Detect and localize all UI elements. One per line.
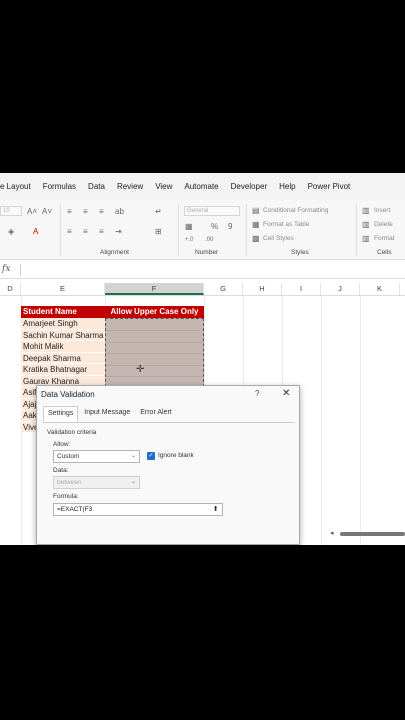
currency-icon[interactable]: ▦ — [185, 222, 193, 231]
merge-icon[interactable]: ⊞ — [155, 227, 162, 236]
header-student-name[interactable]: Student Name — [21, 306, 105, 318]
column-header-f[interactable]: F — [105, 283, 204, 295]
delete-cells-icon: ▥ — [362, 220, 370, 229]
align-bottom-icon[interactable]: ≡ — [99, 207, 104, 216]
format-button[interactable]: Format — [374, 235, 395, 242]
tab-page-layout[interactable]: e Layout — [0, 182, 31, 191]
column-header-k[interactable]: K — [360, 283, 400, 295]
column-header-h[interactable]: H — [243, 283, 282, 295]
table-row[interactable]: Mohit Malik — [21, 341, 105, 353]
collapse-dialog-icon[interactable]: ⬆ — [211, 505, 220, 514]
align-top-icon[interactable]: ≡ — [67, 207, 72, 216]
tab-review[interactable]: Review — [117, 182, 143, 191]
scroll-left-icon[interactable]: ◂ — [330, 529, 334, 537]
fill-color-icon[interactable]: ◈ — [8, 227, 14, 236]
tab-developer[interactable]: Developer — [231, 182, 267, 191]
table-row[interactable]: Deepak Sharma — [21, 352, 105, 364]
dialog-tabs: Settings Input Message Error Alert — [43, 406, 178, 422]
validation-criteria-label: Validation criteria — [47, 429, 97, 436]
percent-icon[interactable]: % — [211, 222, 218, 231]
column-header-i[interactable]: I — [282, 283, 321, 295]
allow-label: Allow: — [53, 441, 71, 448]
format-as-table-button[interactable]: Format as Table — [263, 221, 309, 228]
tab-view[interactable]: View — [155, 182, 172, 191]
table-row[interactable]: Amarjeet Singh — [21, 318, 105, 330]
indent-icon[interactable]: ⇥ — [115, 227, 122, 236]
delete-button[interactable]: Delete — [374, 221, 393, 228]
align-left-icon[interactable]: ≡ — [67, 227, 72, 236]
number-format-box[interactable]: General — [184, 206, 240, 216]
data-label: Data: — [53, 467, 69, 474]
ignore-blank-checkbox[interactable]: ✓ — [147, 452, 155, 460]
table-row[interactable]: Kratika Bhatnagar — [21, 364, 105, 376]
ignore-blank-label: Ignore blank — [158, 452, 194, 459]
formula-input[interactable]: =EXACT(F3 ⬆ — [53, 503, 223, 516]
selected-range-f[interactable] — [105, 318, 204, 387]
cell-styles-button[interactable]: Cell Styles — [263, 235, 294, 242]
tab-automate[interactable]: Automate — [184, 182, 218, 191]
column-header-g[interactable]: G — [204, 283, 243, 295]
table-row[interactable]: Sachin Kumar Sharma — [21, 329, 105, 341]
decrease-font-icon[interactable]: A˅ — [42, 207, 52, 216]
column-header-e[interactable]: E — [21, 283, 105, 295]
dialog-title: Data Validation — [41, 390, 95, 399]
increase-decimal-icon[interactable]: +.0 — [185, 236, 194, 245]
format-cells-icon: ▥ — [362, 234, 370, 243]
allow-select[interactable]: Custom ⌄ — [53, 450, 140, 463]
insert-button[interactable]: Insert — [374, 207, 390, 214]
wrap-text-icon[interactable]: ↵ — [155, 207, 162, 216]
function-icon[interactable]: fx — [2, 264, 10, 274]
header-allow-upper-case[interactable]: Allow Upper Case Only — [105, 306, 204, 318]
tab-error-alert[interactable]: Error Alert — [136, 406, 176, 422]
font-color-icon[interactable]: A — [33, 227, 38, 236]
tab-settings[interactable]: Settings — [43, 406, 79, 422]
formula-bar[interactable]: fx — [0, 261, 405, 279]
tab-formulas[interactable]: Formulas — [43, 182, 76, 191]
align-middle-icon[interactable]: ≡ — [83, 207, 88, 216]
close-icon[interactable]: ✕ — [282, 388, 290, 399]
formula-label: Formula: — [53, 493, 79, 500]
cell-styles-icon: ▩ — [252, 234, 260, 243]
cells-group-label: Cells — [377, 249, 392, 256]
increase-font-icon[interactable]: A˄ — [27, 207, 37, 216]
align-center-icon[interactable]: ≡ — [83, 227, 88, 236]
data-validation-dialog: Data Validation ? ✕ Settings Input Messa… — [36, 385, 300, 545]
data-select: between ⌄ — [53, 476, 140, 489]
conditional-formatting-button[interactable]: Conditional Formatting — [263, 207, 328, 214]
help-icon[interactable]: ? — [255, 389, 259, 398]
tab-help[interactable]: Help — [279, 182, 295, 191]
number-group-label: Number — [195, 249, 219, 256]
cell-cursor-icon: ✛ — [136, 364, 145, 375]
ribbon-tabs: e Layout Formulas Data Review View Autom… — [0, 173, 405, 200]
table-icon: ▦ — [252, 220, 260, 229]
align-right-icon[interactable]: ≡ — [99, 227, 104, 236]
conditional-formatting-icon: ▤ — [252, 206, 260, 215]
horizontal-scrollbar[interactable]: ◂ — [330, 529, 405, 537]
insert-cells-icon: ▥ — [362, 206, 370, 215]
tab-data[interactable]: Data — [88, 182, 105, 191]
decrease-decimal-icon[interactable]: .00 — [205, 236, 213, 245]
column-header-d[interactable]: D — [0, 283, 21, 295]
alignment-group-label: Alignment — [100, 249, 129, 256]
tab-input-message[interactable]: Input Message — [80, 406, 134, 422]
comma-icon[interactable]: 9 — [228, 222, 232, 231]
styles-group-label: Styles — [291, 249, 309, 256]
ribbon: 10 A˄ A˅ ◈ A ≡ ≡ ≡ ab ↵ ≡ ≡ ≡ ⇥ ⊞ Alignm… — [0, 200, 405, 260]
font-size-box[interactable]: 10 — [0, 206, 22, 216]
column-header-j[interactable]: J — [321, 283, 360, 295]
chevron-down-icon: ⌄ — [130, 453, 136, 459]
orientation-icon[interactable]: ab — [115, 207, 124, 216]
tab-power-pivot[interactable]: Power Pivot — [308, 182, 351, 191]
chevron-down-icon: ⌄ — [130, 479, 136, 485]
